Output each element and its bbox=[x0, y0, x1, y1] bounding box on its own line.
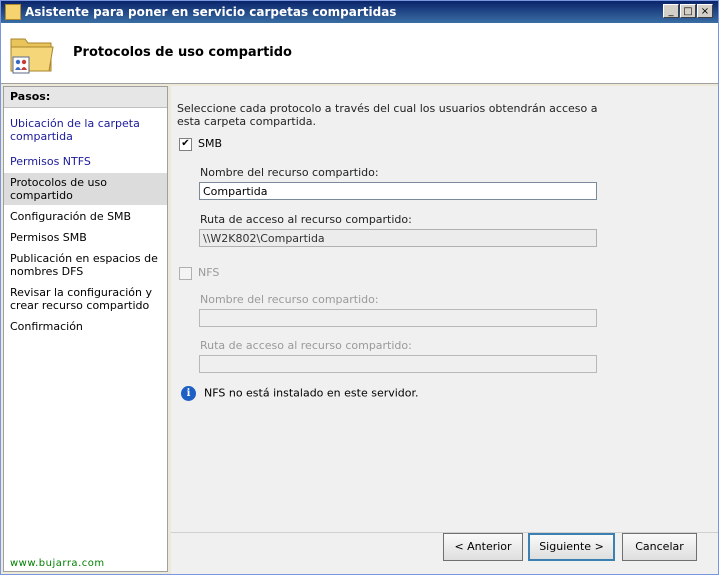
back-button[interactable]: < Anterior bbox=[443, 533, 523, 561]
shared-folder-icon bbox=[10, 38, 54, 74]
sidebar-item-publicacion-dfs: Publicación en espacios de nombres DFS bbox=[10, 252, 158, 278]
sidebar-item-revisar: Revisar la configuración y crear recurso… bbox=[10, 286, 152, 312]
steps-heading: Pasos: bbox=[4, 87, 167, 108]
watermark: www.bujarra.com bbox=[10, 558, 105, 569]
sidebar-item-confirmacion: Confirmación bbox=[10, 320, 83, 333]
window-title: Asistente para poner en servicio carpeta… bbox=[25, 5, 397, 19]
nfs-info-message: i NFS no está instalado en este servidor. bbox=[181, 386, 419, 401]
sidebar-item-ubicacion[interactable]: Ubicación de la carpeta compartida bbox=[4, 114, 167, 146]
smb-label: SMB bbox=[198, 137, 223, 150]
nfs-checkbox bbox=[179, 266, 192, 280]
sidebar-item-protocolos: Protocolos de uso compartido bbox=[4, 173, 167, 205]
smb-share-path-label: Ruta de acceso al recurso compartido: bbox=[200, 213, 412, 226]
smb-checkbox-row[interactable]: ✔ SMB bbox=[179, 137, 222, 151]
smb-share-path-field[interactable]: \\W2K802\Compartida bbox=[199, 229, 597, 247]
nfs-share-name-label: Nombre del recurso compartido: bbox=[200, 293, 379, 306]
nfs-label: NFS bbox=[198, 266, 220, 279]
minimize-button[interactable]: _ bbox=[663, 4, 679, 18]
smb-share-name-label: Nombre del recurso compartido: bbox=[200, 166, 379, 179]
info-icon: i bbox=[181, 386, 196, 401]
wizard-app-icon bbox=[5, 4, 21, 20]
smb-checkbox[interactable]: ✔ bbox=[179, 137, 192, 151]
nfs-share-name-input bbox=[199, 309, 597, 327]
title-bar[interactable]: Asistente para poner en servicio carpeta… bbox=[1, 1, 718, 23]
steps-sidebar: Pasos: Ubicación de la carpeta compartid… bbox=[3, 86, 168, 572]
cancel-button[interactable]: Cancelar bbox=[622, 533, 697, 561]
info-text: NFS no está instalado en este servidor. bbox=[204, 386, 419, 400]
maximize-button[interactable]: □ bbox=[680, 4, 696, 18]
sidebar-item-permisos-smb: Permisos SMB bbox=[10, 231, 87, 244]
page-title: Protocolos de uso compartido bbox=[73, 45, 292, 60]
wizard-header: Protocolos de uso compartido bbox=[1, 23, 718, 84]
wizard-window: Asistente para poner en servicio carpeta… bbox=[0, 0, 719, 575]
next-button[interactable]: Siguiente > bbox=[528, 533, 615, 561]
nfs-checkbox-row: NFS bbox=[179, 266, 219, 280]
instructions-text: Seleccione cada protocolo a través del c… bbox=[177, 102, 598, 128]
close-button[interactable]: × bbox=[697, 4, 713, 18]
sidebar-item-config-smb: Configuración de SMB bbox=[10, 210, 132, 223]
nfs-share-path-field bbox=[199, 355, 597, 373]
sidebar-item-permisos-ntfs[interactable]: Permisos NTFS bbox=[4, 152, 167, 171]
nfs-share-path-label: Ruta de acceso al recurso compartido: bbox=[200, 339, 412, 352]
smb-share-name-input[interactable]: Compartida bbox=[199, 182, 597, 200]
main-panel: Seleccione cada protocolo a través del c… bbox=[171, 86, 718, 532]
wizard-footer: < Anterior Siguiente > Cancelar bbox=[171, 532, 718, 574]
